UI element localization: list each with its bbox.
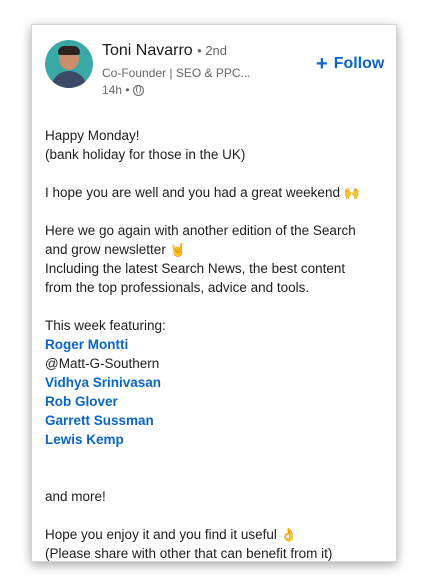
- post-line: This week featuring:: [45, 318, 166, 333]
- handle-text: @Matt-G-Southern: [45, 356, 160, 371]
- post-line: (bank holiday for those in the UK): [45, 147, 246, 162]
- post-meta: 14h •: [102, 83, 144, 97]
- post-line: and grow newsletter 🤘: [45, 240, 390, 259]
- globe-icon: [132, 84, 144, 96]
- avatar[interactable]: [45, 40, 93, 88]
- post-line: Happy Monday!: [45, 128, 140, 143]
- post-line: Here we go again with another edition of…: [45, 223, 356, 238]
- connection-degree: • 2nd: [197, 43, 228, 58]
- rock-hand-emoji: 🤘: [169, 242, 186, 257]
- plus-icon: +: [316, 53, 328, 75]
- author-headline: Co-Founder | SEO & PPC...: [102, 66, 251, 80]
- mention-link[interactable]: Rob Glover: [45, 392, 390, 411]
- mention-link[interactable]: Roger Montti: [45, 335, 390, 354]
- mention-link[interactable]: Lewis Kemp: [45, 430, 390, 449]
- post-line: (Please share with other that can benefi…: [45, 546, 333, 561]
- post-text: I hope you are well and you had a great …: [45, 185, 340, 200]
- follow-label: Follow: [333, 55, 385, 72]
- post-line: I hope you are well and you had a great …: [45, 183, 390, 202]
- post-line: Hope you enjoy it and you find it useful…: [45, 525, 390, 544]
- ok-hand-emoji: 👌: [280, 527, 297, 542]
- post-line: from the top professionals, advice and t…: [45, 280, 310, 295]
- author-name-row: Toni Navarro • 2nd: [102, 42, 227, 60]
- follow-button[interactable]: + Follow: [316, 53, 385, 75]
- post-line: Including the latest Search News, the be…: [45, 261, 346, 276]
- raised-hands-emoji: 🙌: [343, 185, 360, 200]
- mention-link[interactable]: Vidhya Srinivasan: [45, 373, 390, 392]
- post-text: Hope you enjoy it and you find it useful: [45, 527, 277, 542]
- post-time: 14h •: [102, 83, 130, 97]
- post-card: Toni Navarro • 2nd Co-Founder | SEO & PP…: [31, 24, 397, 562]
- post-body: Happy Monday! (bank holiday for those in…: [45, 126, 390, 563]
- post-line: and more!: [45, 489, 106, 504]
- author-name[interactable]: Toni Navarro: [102, 42, 193, 59]
- post-text: and grow newsletter: [45, 242, 166, 257]
- mention-link[interactable]: Garrett Sussman: [45, 411, 390, 430]
